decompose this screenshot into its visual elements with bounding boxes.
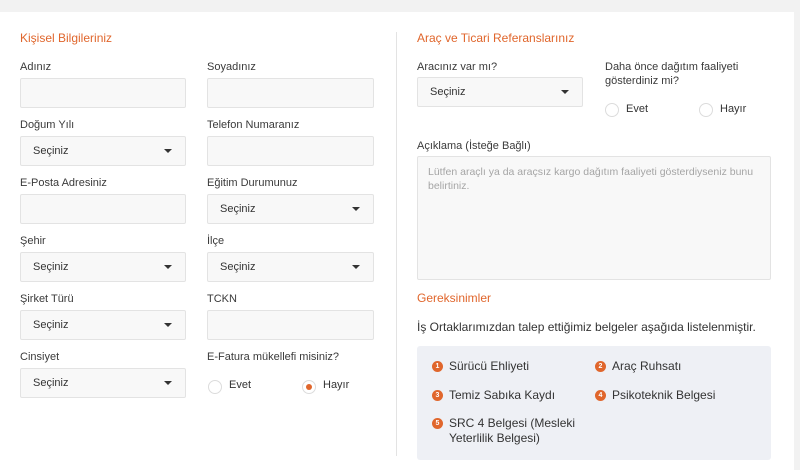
- efatura-label: E-Fatura mükellefi misiniz?: [207, 351, 340, 363]
- phone-label: Telefon Numaranız: [207, 119, 300, 131]
- vehicle-references-title: Araç ve Ticari Referanslarınız: [417, 31, 575, 45]
- requirement-item: 1 Sürücü Ehliyeti: [432, 359, 529, 374]
- last-name-label: Soyadınız: [207, 61, 256, 73]
- company-type-select[interactable]: Seçiniz: [20, 310, 186, 340]
- chevron-down-icon: [164, 323, 172, 327]
- requirement-item: 4 Psikoteknik Belgesi: [595, 388, 715, 403]
- distribution-label-line2: gösterdiniz mi?: [605, 75, 679, 87]
- requirement-text: Temiz Sabıka Kaydı: [449, 388, 556, 402]
- district-select[interactable]: Seçiniz: [207, 252, 374, 282]
- requirement-text: Psikoteknik Belgesi: [612, 388, 716, 402]
- number-badge-icon: 2: [595, 361, 606, 372]
- requirements-intro: İş Ortaklarımızdan talep ettiğimiz belge…: [417, 320, 756, 334]
- distribution-no-radio[interactable]: [699, 103, 713, 117]
- city-value: Seçiniz: [33, 261, 69, 273]
- education-value: Seçiniz: [220, 203, 256, 215]
- email-label: E-Posta Adresiniz: [20, 177, 107, 189]
- district-value: Seçiniz: [220, 261, 256, 273]
- efatura-yes-radio[interactable]: [208, 380, 222, 394]
- requirement-text: Araç Ruhsatı: [612, 359, 682, 373]
- education-select[interactable]: Seçiniz: [207, 194, 374, 224]
- distribution-yes-radio[interactable]: [605, 103, 619, 117]
- birth-year-select[interactable]: Seçiniz: [20, 136, 186, 166]
- distribution-no-label: Hayır: [720, 103, 747, 115]
- first-name-label: Adınız: [20, 61, 52, 73]
- district-label: İlçe: [207, 235, 225, 247]
- chevron-down-icon: [352, 265, 360, 269]
- birth-year-label: Doğum Yılı: [20, 119, 75, 131]
- description-label: Açıklama (İsteğe Bağlı): [417, 140, 531, 152]
- column-divider: [396, 32, 397, 456]
- distribution-label: Daha önce dağıtım faaliyeti gösterdiniz …: [605, 60, 738, 88]
- education-label: Eğitim Durumunuz: [207, 177, 298, 189]
- personal-info-title: Kişisel Bilgileriniz: [20, 31, 113, 45]
- requirement-item: 2 Araç Ruhsatı: [595, 359, 681, 374]
- company-type-value: Seçiniz: [33, 319, 69, 331]
- email-input[interactable]: [20, 194, 186, 224]
- gender-label: Cinsiyet: [20, 351, 60, 363]
- chevron-down-icon: [164, 381, 172, 385]
- chevron-down-icon: [561, 90, 569, 94]
- number-badge-icon: 4: [595, 390, 606, 401]
- efatura-yes-label: Evet: [229, 379, 252, 391]
- vehicle-label: Aracınız var mı?: [417, 61, 498, 73]
- tckn-input[interactable]: [207, 310, 374, 340]
- requirement-item: 5 SRC 4 Belgesi (Mesleki Yeterlilik Belg…: [432, 416, 575, 446]
- company-type-label: Şirket Türü: [20, 293, 74, 305]
- vehicle-select[interactable]: Seçiniz: [417, 77, 583, 107]
- distribution-yes-label: Evet: [626, 103, 649, 115]
- requirement-text-line2: Yeterlilik Belgesi): [449, 431, 540, 445]
- tckn-label: TCKN: [207, 293, 237, 305]
- vehicle-value: Seçiniz: [430, 86, 466, 98]
- requirement-text-line1: SRC 4 Belgesi (Mesleki: [449, 416, 576, 430]
- number-badge-icon: 1: [432, 361, 443, 372]
- birth-year-value: Seçiniz: [33, 145, 69, 157]
- chevron-down-icon: [352, 207, 360, 211]
- requirement-text: SRC 4 Belgesi (Mesleki Yeterlilik Belges…: [449, 416, 575, 446]
- phone-input[interactable]: [207, 136, 374, 166]
- chevron-down-icon: [164, 149, 172, 153]
- efatura-no-radio[interactable]: [302, 380, 316, 394]
- number-badge-icon: 5: [432, 418, 443, 429]
- last-name-input[interactable]: [207, 78, 374, 108]
- requirement-text: Sürücü Ehliyeti: [449, 359, 530, 373]
- distribution-label-line1: Daha önce dağıtım faaliyeti: [605, 61, 739, 73]
- city-select[interactable]: Seçiniz: [20, 252, 186, 282]
- chevron-down-icon: [164, 265, 172, 269]
- city-label: Şehir: [20, 235, 46, 247]
- requirements-title: Gereksinimler: [417, 291, 492, 305]
- gender-value: Seçiniz: [33, 377, 69, 389]
- description-textarea[interactable]: Lütfen araçlı ya da araçsız kargo dağıtı…: [417, 156, 771, 280]
- number-badge-icon: 3: [432, 390, 443, 401]
- efatura-no-label: Hayır: [323, 379, 350, 391]
- gender-select[interactable]: Seçiniz: [20, 368, 186, 398]
- requirement-item: 3 Temiz Sabıka Kaydı: [432, 388, 555, 403]
- first-name-input[interactable]: [20, 78, 186, 108]
